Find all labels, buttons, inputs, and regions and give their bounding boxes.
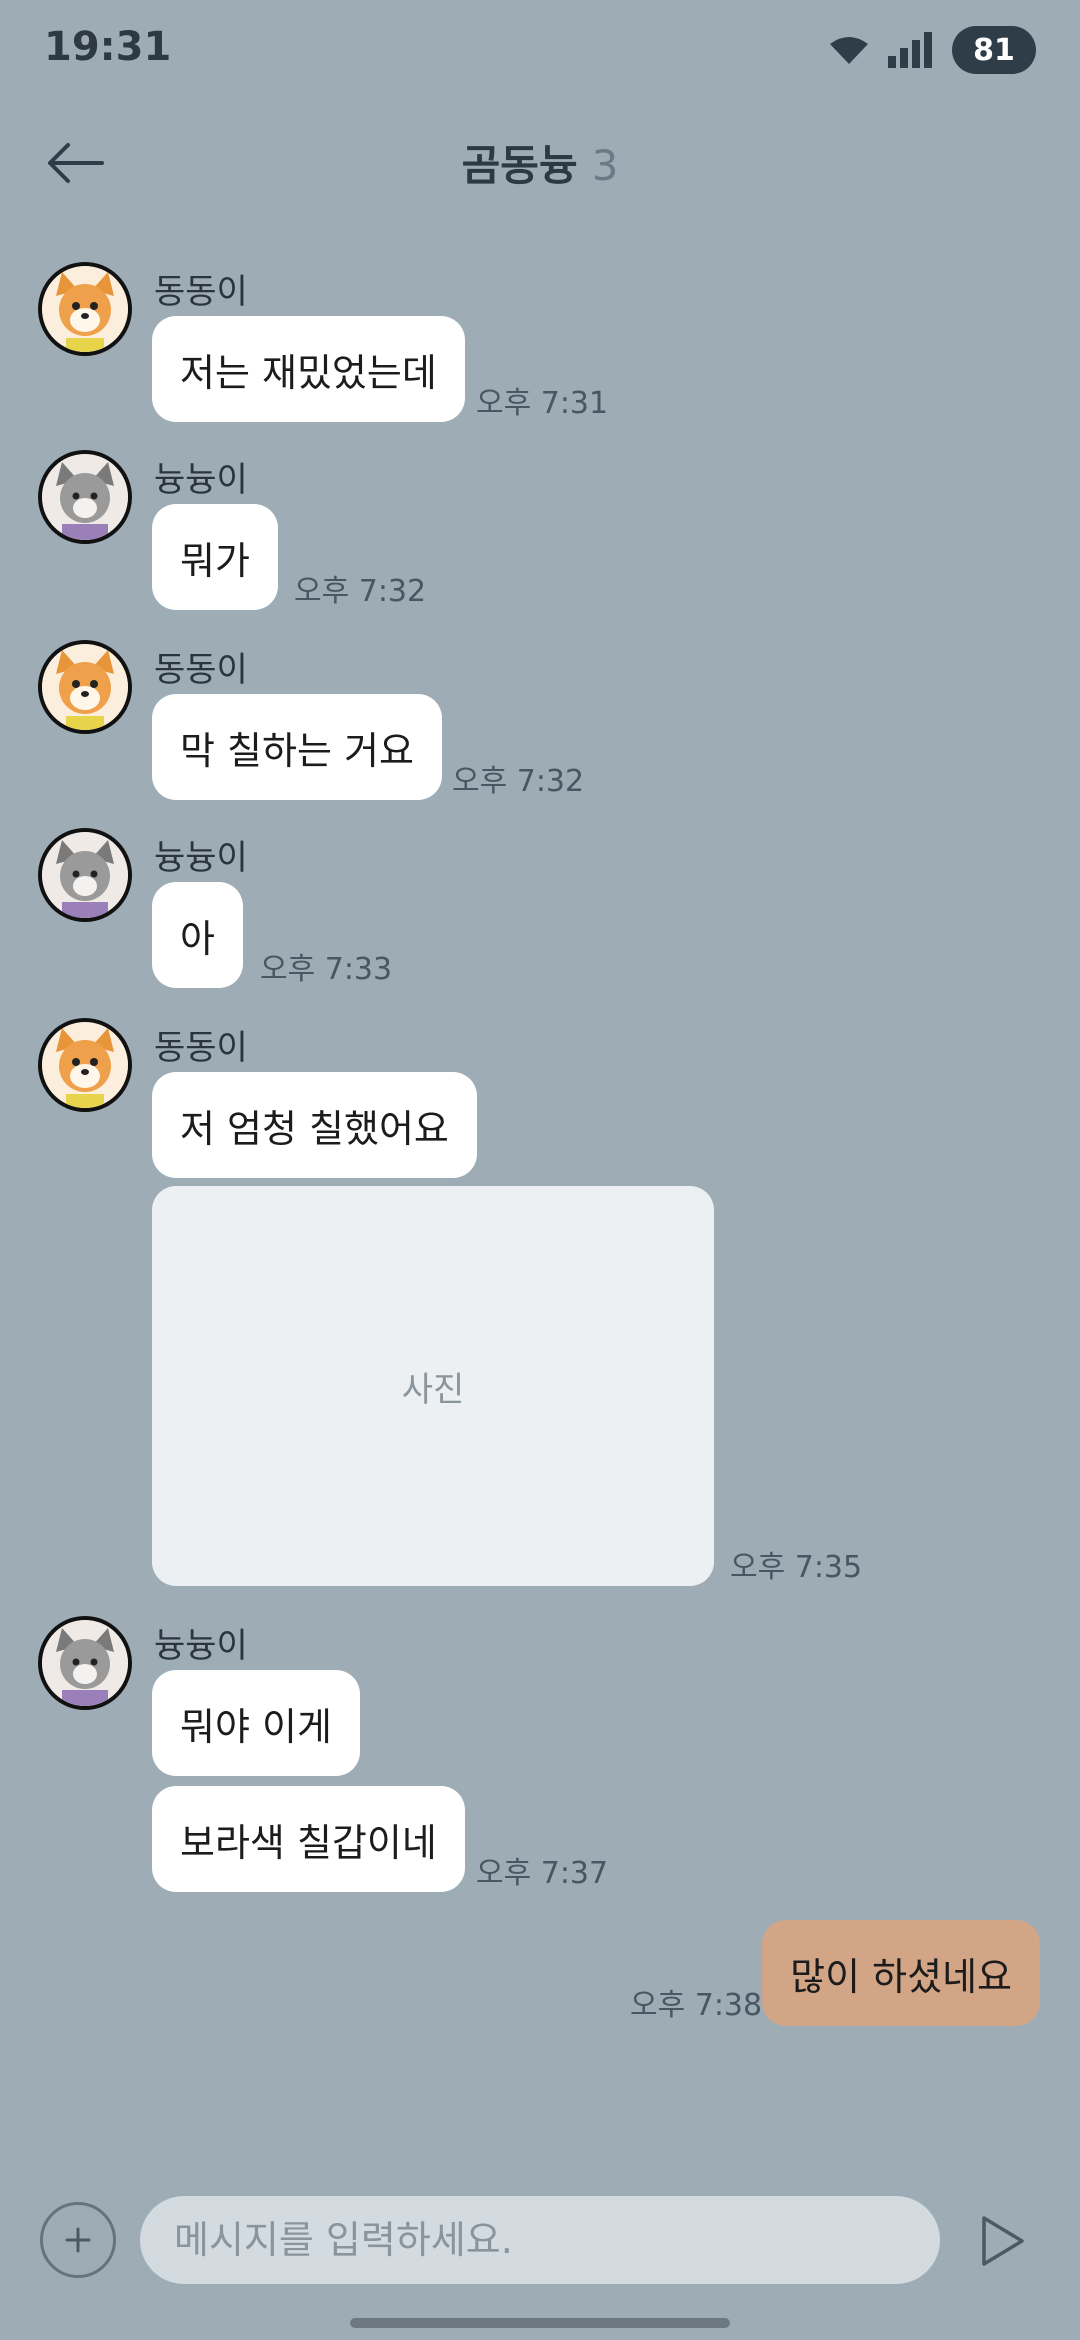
- signal-icon: [888, 32, 932, 68]
- message-time: 오후 7:33: [260, 952, 393, 987]
- status-icons: 81: [828, 26, 1036, 74]
- sender-name: 늉늉이: [154, 460, 248, 500]
- sender-name: 늉늉이: [154, 838, 248, 878]
- message-bubble[interactable]: 저는 재밌었는데: [152, 316, 465, 422]
- battery-indicator: 81: [952, 26, 1036, 74]
- photo-message[interactable]: 사진: [152, 1186, 714, 1586]
- my-message-bubble[interactable]: 많이 하셨네요: [762, 1920, 1040, 2026]
- message-time: 오후 7:32: [294, 574, 427, 609]
- sender-name: 동동이: [154, 1028, 248, 1068]
- chat-header: 곰동늉 3: [0, 132, 1080, 193]
- message-bubble[interactable]: 저 엄청 칠했어요: [152, 1072, 477, 1178]
- sender-name: 동동이: [154, 650, 248, 690]
- message-time: 오후 7:37: [476, 1856, 609, 1891]
- my-message-time: 오후 7:38: [630, 1988, 763, 2023]
- message-bubble[interactable]: 뭐야 이게: [152, 1670, 360, 1776]
- attach-button[interactable]: [40, 2202, 116, 2278]
- dog-avatar[interactable]: [38, 1018, 132, 1112]
- dog-avatar[interactable]: [38, 262, 132, 356]
- cat-avatar[interactable]: [38, 828, 132, 922]
- message-input[interactable]: [140, 2196, 940, 2284]
- sender-name: 동동이: [154, 272, 248, 312]
- message-time: 오후 7:32: [452, 764, 585, 799]
- cat-avatar[interactable]: [38, 450, 132, 544]
- message-bubble[interactable]: 뭐가: [152, 504, 278, 610]
- status-time: 19:31: [44, 24, 172, 70]
- sender-name: 늉늉이: [154, 1626, 248, 1666]
- home-indicator: [350, 2318, 730, 2328]
- message-time: 오후 7:31: [476, 386, 609, 421]
- chat-screen: 19:31 81 곰동늉 3 동동이 저는 재밌었는데 오후 7:31 늉늉이 …: [0, 0, 1080, 2340]
- chat-title: 곰동늉: [461, 141, 578, 190]
- member-count: 3: [591, 141, 619, 190]
- wifi-icon: [830, 37, 868, 64]
- message-bubble[interactable]: 막 칠하는 거요: [152, 694, 442, 800]
- message-time: 오후 7:35: [730, 1550, 863, 1585]
- cat-avatar[interactable]: [38, 1616, 132, 1710]
- dog-avatar[interactable]: [38, 640, 132, 734]
- photo-label: 사진: [401, 1369, 465, 1410]
- message-bubble[interactable]: 아: [152, 882, 243, 988]
- message-bubble[interactable]: 보라색 칠갑이네: [152, 1786, 465, 1892]
- plus-icon: [65, 2227, 91, 2253]
- send-icon[interactable]: [978, 2214, 1028, 2268]
